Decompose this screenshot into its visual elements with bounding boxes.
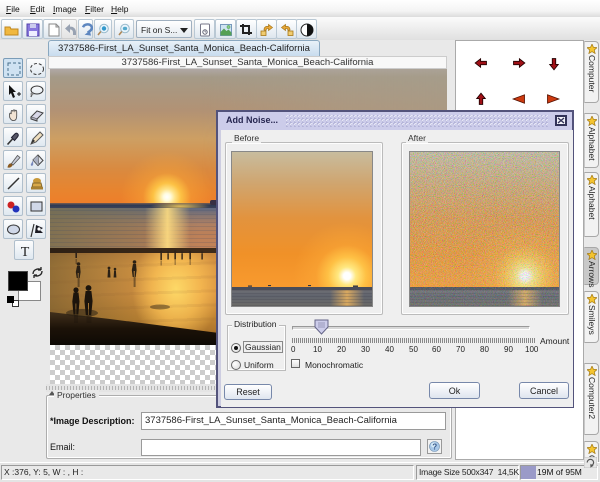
- svg-text:?: ?: [432, 443, 437, 452]
- svg-text:T: T: [21, 245, 30, 260]
